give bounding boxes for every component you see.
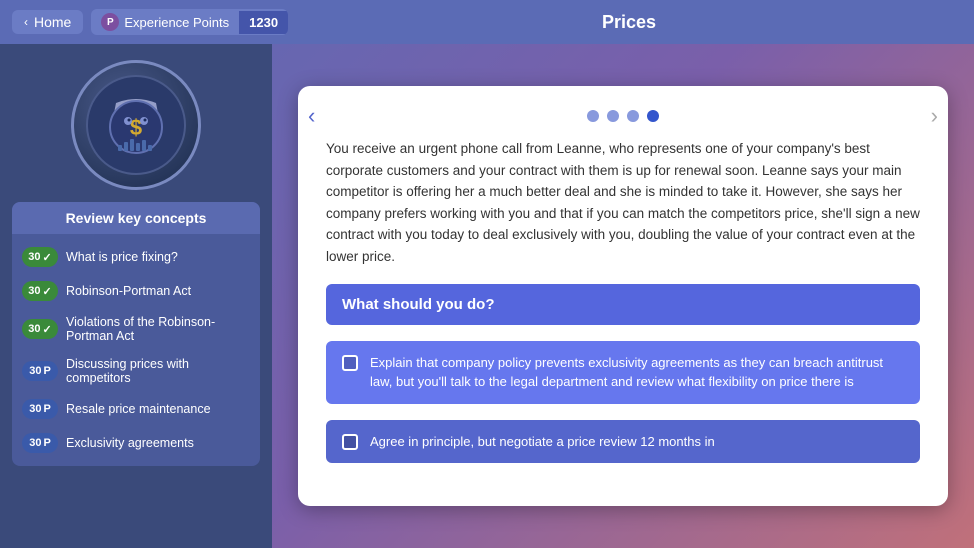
prev-button[interactable]: ‹ — [308, 103, 315, 129]
xp-icon: P — [101, 13, 119, 31]
avatar: $ — [71, 60, 201, 190]
review-concepts-section: Review key concepts 30 What is price fix… — [12, 202, 260, 466]
badge-exclusivity: 30 — [22, 433, 58, 453]
list-item[interactable]: 30 Robinson-Portman Act — [12, 274, 260, 308]
list-item[interactable]: 30 What is price fixing? — [12, 240, 260, 274]
item-label-exclusivity: Exclusivity agreements — [66, 436, 194, 450]
review-list: 30 What is price fixing? 30 Robinson-Por… — [12, 234, 260, 466]
item-label-robinson: Robinson-Portman Act — [66, 284, 191, 298]
item-label-violations: Violations of the Robinson-Portman Act — [66, 315, 250, 343]
experience-points-widget: P Experience Points 1230 — [91, 9, 288, 35]
scenario-text: You receive an urgent phone call from Le… — [326, 138, 920, 268]
dot-2[interactable] — [607, 110, 619, 122]
home-button[interactable]: ‹ Home — [12, 10, 83, 34]
dot-3[interactable] — [627, 110, 639, 122]
badge-price-fixing: 30 — [22, 247, 58, 267]
list-item[interactable]: 30 Resale price maintenance — [12, 392, 260, 426]
item-label-price-fixing: What is price fixing? — [66, 250, 178, 264]
answer-option-1[interactable]: Explain that company policy prevents exc… — [326, 341, 920, 404]
checkbox-1[interactable] — [342, 355, 358, 371]
xp-label-area: P Experience Points — [91, 9, 239, 35]
next-button[interactable]: › — [931, 103, 938, 129]
badge-resale: 30 — [22, 399, 58, 419]
item-label-discussing: Discussing prices with competitors — [66, 357, 250, 385]
list-item[interactable]: 30 Discussing prices with competitors — [12, 350, 260, 392]
xp-value: 1230 — [239, 11, 288, 34]
answer-option-2[interactable]: Agree in principle, but negotiate a pric… — [326, 420, 920, 464]
content-area: ‹ › You receive an urgent phone call fro… — [272, 44, 974, 548]
dot-4[interactable] — [647, 110, 659, 122]
answer-text-1: Explain that company policy prevents exc… — [370, 353, 904, 392]
dots-navigation: ‹ › — [326, 110, 920, 122]
badge-violations: 30 — [22, 319, 58, 339]
avatar-svg: $ — [96, 85, 176, 165]
avatar-inner: $ — [86, 75, 186, 175]
dot-1[interactable] — [587, 110, 599, 122]
checkbox-2[interactable] — [342, 434, 358, 450]
xp-label: Experience Points — [124, 15, 229, 30]
home-label: Home — [34, 14, 71, 30]
topbar: ‹ Home P Experience Points 1230 Prices — [0, 0, 974, 44]
answer-text-2: Agree in principle, but negotiate a pric… — [370, 432, 715, 452]
list-item[interactable]: 30 Violations of the Robinson-Portman Ac… — [12, 308, 260, 350]
list-item[interactable]: 30 Exclusivity agreements — [12, 426, 260, 460]
sidebar: $ Review key concepts — [0, 44, 272, 548]
main-layout: $ Review key concepts — [0, 44, 974, 548]
item-label-resale: Resale price maintenance — [66, 402, 211, 416]
svg-text:$: $ — [130, 115, 142, 140]
scenario-card: ‹ › You receive an urgent phone call fro… — [298, 86, 948, 506]
page-title: Prices — [296, 12, 962, 33]
review-concepts-title: Review key concepts — [12, 202, 260, 234]
badge-robinson: 30 — [22, 281, 58, 301]
question-box: What should you do? — [326, 284, 920, 325]
badge-discussing: 30 — [22, 361, 58, 381]
chevron-left-icon: ‹ — [24, 15, 28, 29]
